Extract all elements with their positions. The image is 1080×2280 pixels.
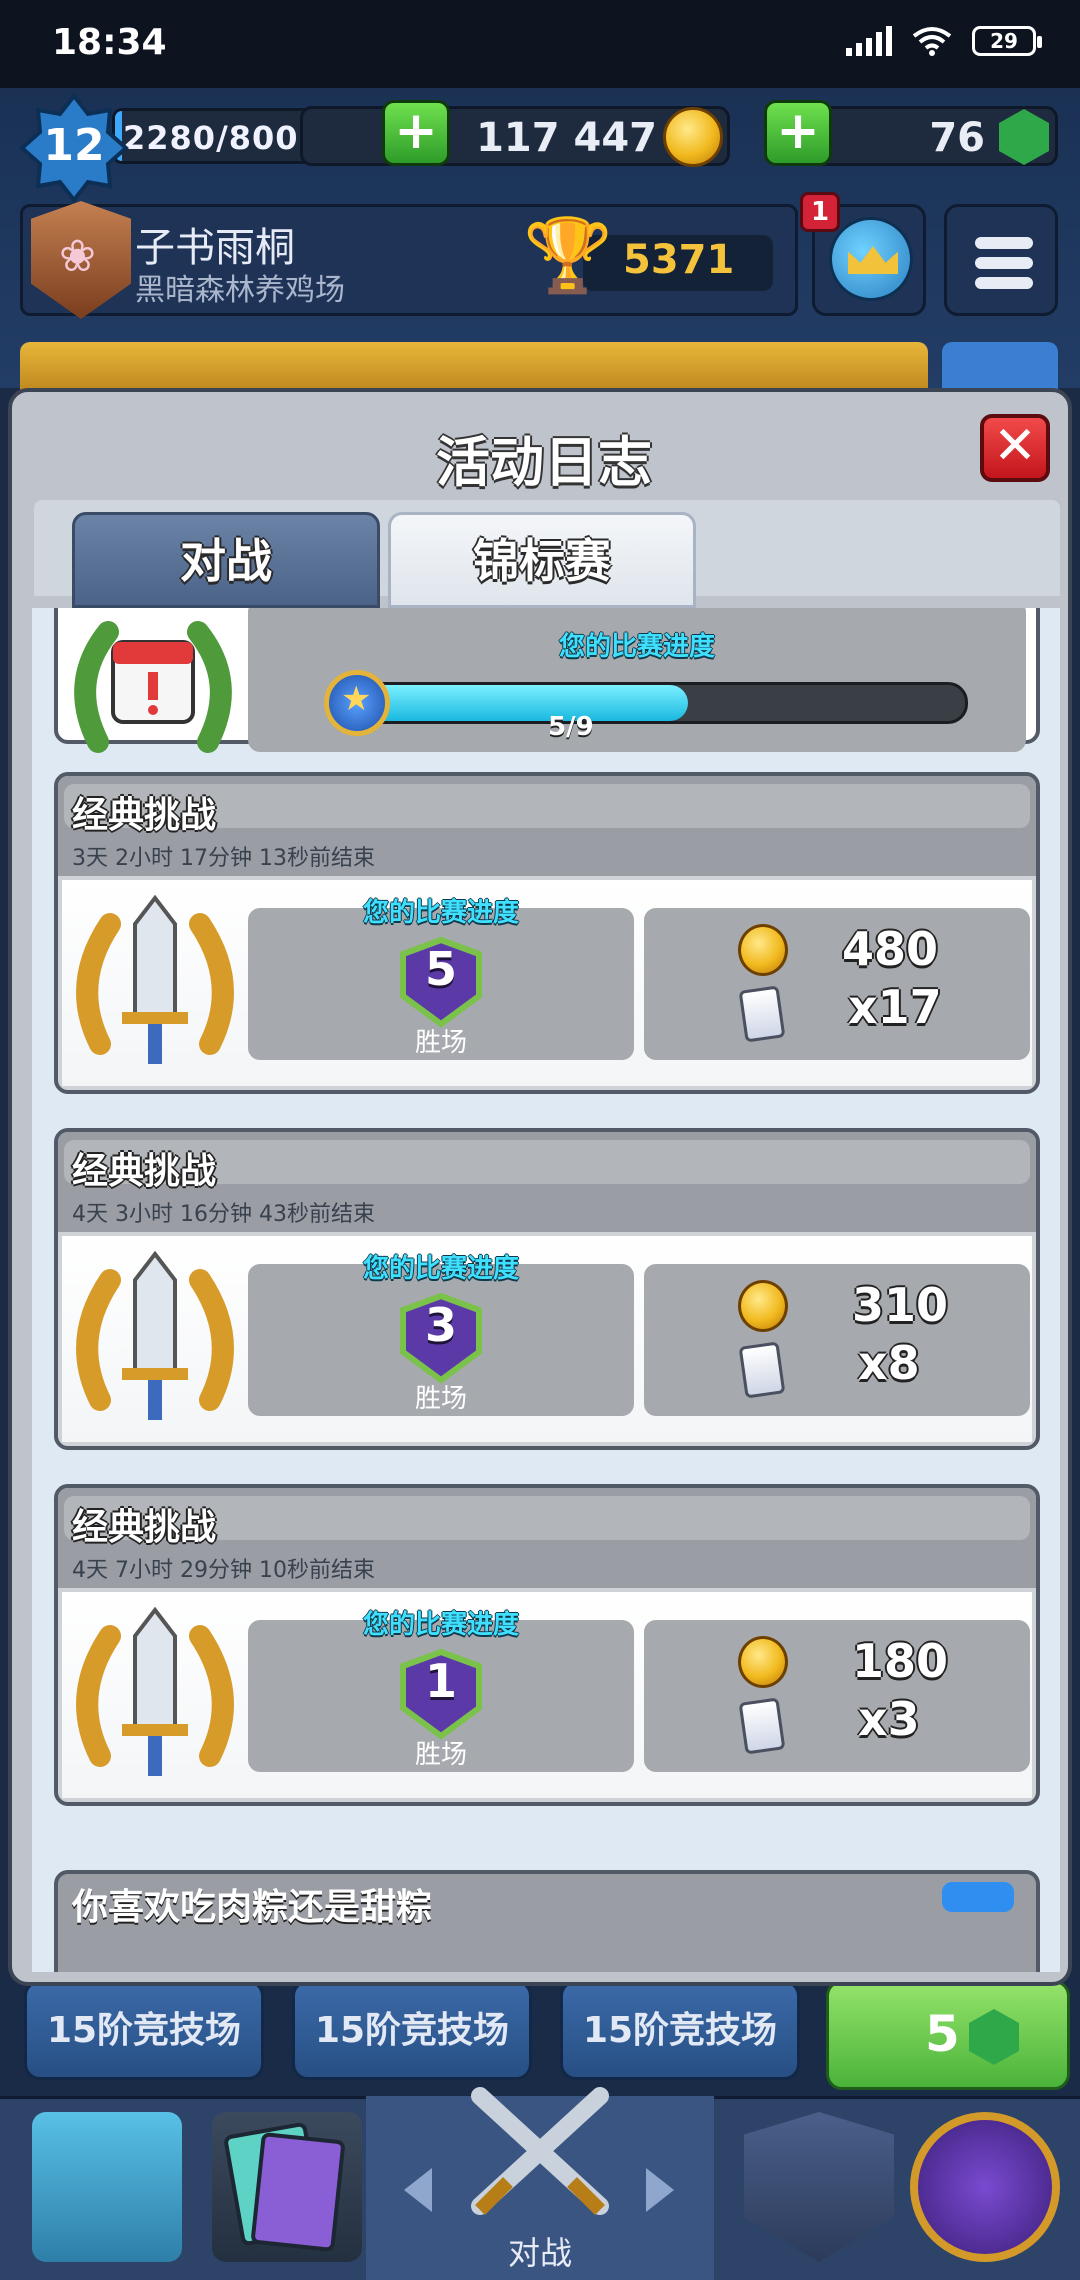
partial-event-button[interactable]: [942, 1882, 1014, 1912]
gold-reward: 480: [842, 922, 939, 976]
card-body: 您的比赛进度 3 胜场 310 x8: [62, 1236, 1032, 1442]
signal-icon: [846, 26, 892, 56]
card-reward-icon: [738, 1697, 786, 1755]
challenge-title: 经典挑战: [72, 1151, 217, 1192]
nav-battle-label: 对战: [507, 2234, 572, 2272]
level-number: 12: [43, 120, 105, 171]
challenge-card[interactable]: 经典挑战 4天 3小时 16分钟 43秒前结束 您的比赛进度 3 胜场 310 …: [54, 1128, 1040, 1450]
nav-tournament-icon[interactable]: [910, 2112, 1060, 2262]
activity-log-modal: 活动日志 ✕ 对战 锦标赛 您的比赛进度 5/9: [8, 388, 1072, 1986]
overall-progress-panel: 您的比赛进度 5/9: [248, 608, 1026, 752]
reward-panel: [644, 908, 1030, 1060]
reward-panel: [644, 1264, 1030, 1416]
wifi-icon: [912, 27, 952, 56]
challenge-ended-time: 4天 3小时 16分钟 43秒前结束: [72, 1202, 375, 1227]
reward-panel: [644, 1620, 1030, 1772]
card-reward-icon: [738, 985, 786, 1043]
gold-coin-icon: [738, 1636, 788, 1688]
gold-counter: 117 447: [300, 106, 730, 167]
arena-button-1[interactable]: 15阶竞技场: [24, 1980, 264, 2080]
activity-list[interactable]: 您的比赛进度 5/9 经典挑战 3天 2小时 17分钟 13秒前结束: [32, 608, 1060, 1972]
card-reward-icon: [738, 1341, 786, 1399]
notification-badge: 1: [800, 192, 840, 232]
card-reward: x3: [858, 1692, 920, 1746]
partial-event-title: 你喜欢吃肉粽还是甜粽: [72, 1887, 433, 1928]
close-button[interactable]: ✕: [980, 414, 1050, 482]
gold-amount: 117 447: [476, 115, 657, 161]
overall-progress-text: 5/9: [548, 712, 594, 742]
progress-label: 您的比赛进度: [362, 1254, 519, 1284]
crossed-swords-icon: [471, 2087, 609, 2215]
card-reward: x17: [848, 980, 942, 1034]
nav-shop-icon[interactable]: [32, 2112, 182, 2262]
menu-button[interactable]: [944, 204, 1058, 316]
trophy-icon: 🏆: [523, 213, 613, 297]
clan-badge-icon: [31, 201, 131, 319]
green-button-value: 5: [925, 2005, 960, 2063]
progress-label: 您的比赛进度: [362, 898, 519, 928]
clan-name: 黑暗森林养鸡场: [135, 273, 345, 308]
status-bar: 18:34 29: [0, 0, 1080, 88]
overall-progress-fill: [341, 685, 688, 721]
gem-amount: 76: [929, 115, 985, 161]
overall-progress-label: 您的比赛进度: [558, 632, 715, 662]
card-body: 您的比赛进度 1 胜场 180 x3: [62, 1592, 1032, 1798]
gold-coin-icon: [738, 924, 788, 976]
nav-left-arrow-icon[interactable]: [404, 2168, 432, 2212]
nav-right-arrow-icon[interactable]: [646, 2168, 674, 2212]
challenge-card[interactable]: 经典挑战 4天 7小时 29分钟 10秒前结束 您的比赛进度 1 胜场 180 …: [54, 1484, 1040, 1806]
challenge-title: 经典挑战: [72, 795, 217, 836]
gem-icon: [999, 109, 1049, 165]
wins-label: 胜场: [414, 1028, 467, 1058]
tab-battle[interactable]: 对战: [72, 512, 380, 608]
gold-coin-icon: [663, 107, 723, 167]
trophy-count: 5371: [623, 237, 735, 283]
player-profile[interactable]: 子书雨桐 黑暗森林养鸡场 🏆 5371: [20, 201, 798, 319]
challenge-ended-time: 3天 2小时 17分钟 13秒前结束: [72, 846, 375, 871]
buy-gold-button[interactable]: +: [382, 100, 450, 166]
tab-tournament[interactable]: 锦标赛: [388, 512, 696, 608]
gem-counter: 76: [800, 106, 1058, 166]
card-body: 您的比赛进度 5 胜场 480 x17: [62, 880, 1032, 1086]
star-medal-icon: [324, 670, 390, 736]
clock: 18:34: [52, 22, 167, 63]
tournament-progress-card: 您的比赛进度 5/9: [54, 608, 1040, 753]
wins-count: 1: [424, 1654, 457, 1708]
wins-count: 5: [424, 942, 457, 996]
gold-reward: 180: [852, 1634, 949, 1688]
level-badge[interactable]: 12: [18, 92, 130, 204]
arena-button-3[interactable]: 15阶竞技场: [560, 1980, 800, 2080]
calendar-laurel-icon: [74, 621, 232, 753]
challenge-card[interactable]: 经典挑战 3天 2小时 17分钟 13秒前结束 您的比赛进度 5 胜场 480 …: [54, 772, 1040, 1094]
globe-crown-icon: [829, 217, 913, 301]
card-reward: x8: [858, 1336, 920, 1390]
green-action-button[interactable]: 5: [826, 1980, 1070, 2090]
overall-progress-bar: [338, 682, 968, 724]
wins-count: 3: [424, 1298, 457, 1352]
battery-icon: 29: [972, 26, 1042, 56]
gold-coin-icon: [738, 1280, 788, 1332]
progress-label: 您的比赛进度: [362, 1610, 519, 1640]
sword-laurel-icon: [76, 1606, 234, 1776]
gold-reward: 310: [852, 1278, 949, 1332]
nav-cards-icon[interactable]: [212, 2112, 362, 2262]
sword-laurel-icon: [76, 1250, 234, 1420]
gem-icon: [969, 2009, 1019, 2065]
modal-title: 活动日志: [436, 431, 652, 494]
wins-label: 胜场: [414, 1384, 467, 1414]
buy-gems-button[interactable]: +: [764, 100, 832, 166]
arena-button-2[interactable]: 15阶竞技场: [292, 1980, 532, 2080]
system-icons: 29: [846, 26, 1042, 56]
partial-event-card[interactable]: 你喜欢吃肉粽还是甜粽: [54, 1870, 1040, 1972]
challenge-ended-time: 4天 7小时 29分钟 10秒前结束: [72, 1558, 375, 1583]
sword-laurel-icon: [76, 894, 234, 1064]
wins-label: 胜场: [414, 1740, 467, 1770]
challenge-title: 经典挑战: [72, 1507, 217, 1548]
